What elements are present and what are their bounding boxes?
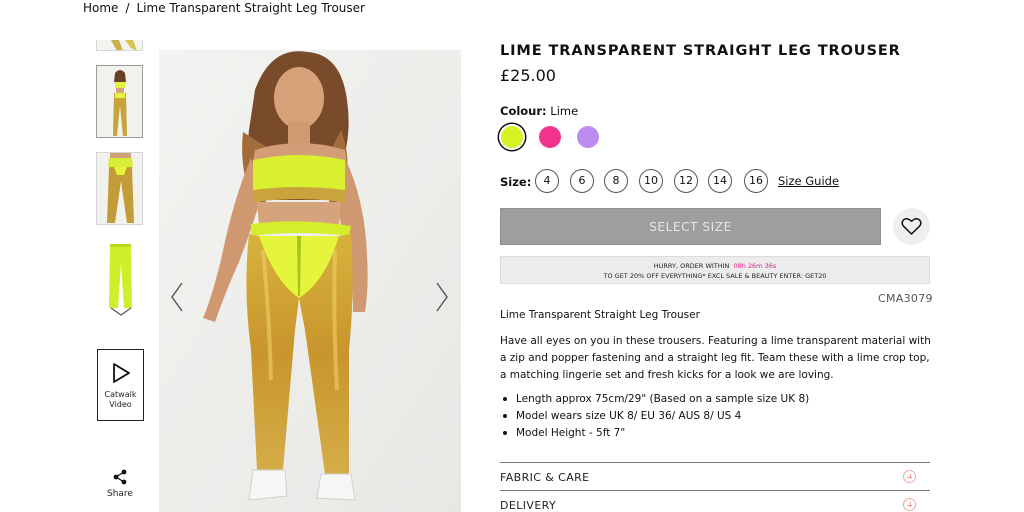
accordion-label: FABRIC & CARE: [500, 471, 590, 484]
size-option-4[interactable]: 4: [535, 169, 559, 193]
size-option-12[interactable]: 12: [674, 169, 698, 193]
plus-icon: [903, 498, 916, 511]
promo-banner: HURRY, ORDER WITHIN 08h 26m 36s TO GET 20…: [500, 256, 930, 284]
breadcrumb-separator: /: [125, 1, 130, 15]
size-option-14[interactable]: 14: [708, 169, 732, 193]
list-item: Model Height - 5ft 7": [500, 425, 809, 442]
heart-icon: [901, 218, 922, 235]
colour-swatch-pink[interactable]: [539, 126, 561, 148]
size-option-10[interactable]: 10: [639, 169, 663, 193]
size-option-8[interactable]: 8: [604, 169, 628, 193]
list-item: Model wears size UK 8/ EU 36/ AUS 8/ US …: [500, 408, 809, 425]
breadcrumb: Home / Lime Transparent Straight Leg Trous…: [83, 1, 365, 15]
breadcrumb-home-link[interactable]: Home: [83, 1, 118, 15]
colour-label: Colour: Lime: [500, 104, 578, 118]
accordion-fabric-care[interactable]: FABRIC & CARE: [500, 462, 930, 489]
colour-swatch-lilac[interactable]: [577, 126, 599, 148]
size-label: Size:: [500, 175, 532, 189]
size-guide-link[interactable]: Size Guide: [778, 174, 839, 188]
share-button[interactable]: Share: [100, 469, 140, 499]
thumbnail-image-3[interactable]: [96, 152, 143, 225]
promo-text-line2: TO GET 20% OFF EVERYTHING* EXCL SALE & B…: [603, 272, 827, 280]
thumbnail-scroll-down-icon[interactable]: [110, 307, 132, 317]
accordion-label: DELIVERY: [500, 499, 557, 512]
share-icon: [113, 469, 127, 485]
play-icon: [112, 363, 130, 383]
share-label: Share: [107, 489, 133, 499]
main-product-image[interactable]: [159, 50, 461, 512]
size-option-16[interactable]: 16: [744, 169, 768, 193]
thumbnail-image-4[interactable]: [96, 239, 143, 312]
catwalk-label-line2: Video: [109, 400, 132, 409]
wishlist-button[interactable]: [893, 208, 930, 245]
catwalk-label-line1: Catwalk: [104, 390, 137, 399]
product-details-list: Length approx 75cm/29" (Based on a sampl…: [500, 391, 809, 442]
description-text: Have all eyes on you in these trousers. …: [500, 335, 931, 381]
breadcrumb-current: Lime Transparent Straight Leg Trouser: [136, 1, 365, 15]
size-option-6[interactable]: 6: [570, 169, 594, 193]
promo-text-line1: HURRY, ORDER WITHIN: [653, 262, 730, 270]
thumbnail-image-1[interactable]: [96, 40, 143, 51]
colour-swatch-lime[interactable]: [501, 126, 523, 148]
thumbnail-image-2[interactable]: [96, 65, 143, 138]
colour-label-heading: Colour:: [500, 104, 547, 118]
product-sku: CMA3079: [878, 292, 933, 305]
accordion-delivery[interactable]: DELIVERY: [500, 490, 930, 512]
plus-icon: [903, 470, 916, 483]
select-size-button[interactable]: SELECT SIZE: [500, 208, 881, 245]
description-title: Lime Transparent Straight Leg Trouser: [500, 309, 700, 321]
promo-countdown-timer: 08h 26m 36s: [733, 262, 777, 270]
product-price: £25.00: [500, 66, 556, 85]
image-next-arrow-icon[interactable]: [435, 282, 449, 312]
catwalk-video-button[interactable]: Catwalk Video: [97, 349, 144, 421]
product-title: LIME TRANSPARENT STRAIGHT LEG TROUSER: [500, 43, 901, 59]
image-prev-arrow-icon[interactable]: [170, 282, 184, 312]
colour-selected-name: Lime: [550, 104, 579, 118]
list-item: Length approx 75cm/29" (Based on a sampl…: [500, 391, 809, 408]
